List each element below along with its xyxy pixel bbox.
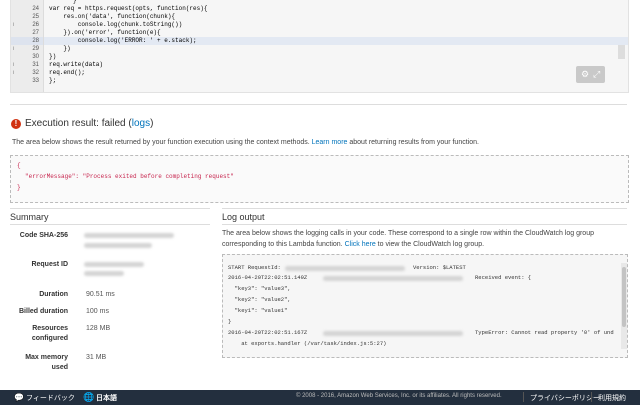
logs-link[interactable]: logs — [132, 118, 150, 129]
log-line: Version: $LATEST — [413, 264, 466, 271]
redacted-value — [84, 233, 174, 238]
code-editor[interactable]: 24 25 i 26 27 28 i 29 30 i 31 i 32 33 } var … — [10, 0, 629, 93]
error-icon: ! — [11, 119, 21, 129]
privacy-policy-link[interactable]: プライバシーポリシー — [530, 393, 600, 403]
log-scrollbar[interactable] — [621, 263, 627, 349]
line-gutter: 24 25 i 26 27 28 i 29 30 i 31 i 32 33 — [11, 0, 44, 92]
editor-scrollbar[interactable] — [618, 45, 625, 59]
redacted-value — [323, 276, 463, 281]
gutter-line: i 32 — [13, 70, 39, 76]
settings-gear-icon[interactable]: ⚙ — [581, 69, 589, 80]
click-here-link[interactable]: Click here — [345, 241, 376, 248]
log-line: START RequestId: — [228, 264, 281, 271]
language-selector[interactable]: 日本語 — [96, 393, 117, 403]
fullscreen-icon[interactable]: ⤢ — [593, 69, 600, 80]
redacted-value — [323, 331, 463, 336]
code-line: }; — [49, 77, 57, 84]
code-line: }) — [49, 53, 57, 60]
divider — [10, 224, 210, 225]
code-line: }) — [49, 45, 71, 52]
gutter-line: i 31 — [13, 62, 39, 68]
code-line: console.log(chunk.toString()) — [49, 21, 183, 28]
globe-icon: 🌐 — [83, 392, 95, 402]
gutter-line: i 29 — [13, 46, 39, 52]
gutter-line: i 26 — [13, 22, 39, 28]
redacted-value — [84, 243, 152, 248]
log-description: The area below shows the logging calls i… — [222, 230, 594, 248]
code-line: req.end(); — [49, 69, 86, 76]
code-line: var req = https.request(opts, function(r… — [49, 5, 208, 12]
gutter-line-active: 28 — [11, 37, 43, 45]
log-output-box[interactable]: START RequestId: Version: $LATEST 2016-0… — [222, 254, 628, 358]
chat-bubble-icon: 💬 — [14, 393, 24, 402]
copyright-text: © 2008 - 2016, Amazon Web Services, Inc.… — [296, 393, 502, 399]
log-line: 2016-04-20T22:02:51.149Z — [228, 274, 308, 281]
code-line: req.write(data) — [49, 61, 104, 68]
gutter-line: 30 — [32, 54, 39, 60]
log-line: "key2": "value2", — [228, 296, 291, 303]
gutter-line: 25 — [32, 14, 39, 20]
log-output-title: Log output — [222, 212, 265, 222]
divider — [222, 224, 627, 225]
divider — [222, 208, 627, 209]
result-line: { — [17, 162, 21, 169]
result-description: The area below shows the result returned… — [12, 139, 479, 146]
result-line: } — [17, 184, 21, 191]
result-line: "errorMessage": "Process exited before c… — [25, 173, 234, 180]
terms-link[interactable]: 利用規約 — [598, 393, 626, 403]
result-output-box[interactable]: { "errorMessage": "Process exited before… — [10, 155, 629, 203]
log-line: TypeError: Cannot read property '0' of u… — [475, 329, 614, 336]
code-line-active: console.log('ERROR: ' + e.stack); — [44, 37, 628, 45]
code-line: }).on('error', function(e){ — [49, 29, 161, 36]
gutter-line: 33 — [32, 78, 39, 84]
summary-title: Summary — [10, 212, 49, 222]
editor-toolbar: ⚙ ⤢ — [576, 66, 605, 83]
gutter-line: 27 — [32, 30, 39, 36]
learn-more-link[interactable]: Learn more — [312, 139, 348, 146]
execution-result-header: ! Execution result: failed (logs) — [10, 118, 627, 132]
footer-separator — [591, 392, 592, 402]
redacted-value — [84, 271, 124, 276]
footer: 💬 フィードバック 🌐 日本語 © 2008 - 2016, Amazon We… — [0, 390, 640, 405]
feedback-link[interactable]: フィードバック — [26, 393, 75, 403]
redacted-value — [84, 262, 144, 267]
gutter-line: 24 — [32, 6, 39, 12]
log-line: "key1": "value1" — [228, 307, 288, 314]
log-line: } — [228, 318, 232, 325]
log-line: 2016-04-20T22:02:51.167Z — [228, 329, 308, 336]
redacted-value — [285, 266, 405, 271]
execution-result-title: Execution result: failed (logs) — [25, 118, 154, 129]
log-line: at exports.handler (/var/task/index.js:5… — [228, 340, 387, 347]
log-scrollbar-thumb[interactable] — [622, 267, 626, 327]
divider — [10, 208, 210, 209]
code-line: res.on('data', function(chunk){ — [49, 13, 176, 20]
footer-separator — [523, 392, 524, 402]
log-line: "key3": "value3", — [228, 285, 291, 292]
log-line: Received event: { — [475, 274, 532, 281]
divider — [10, 104, 627, 105]
